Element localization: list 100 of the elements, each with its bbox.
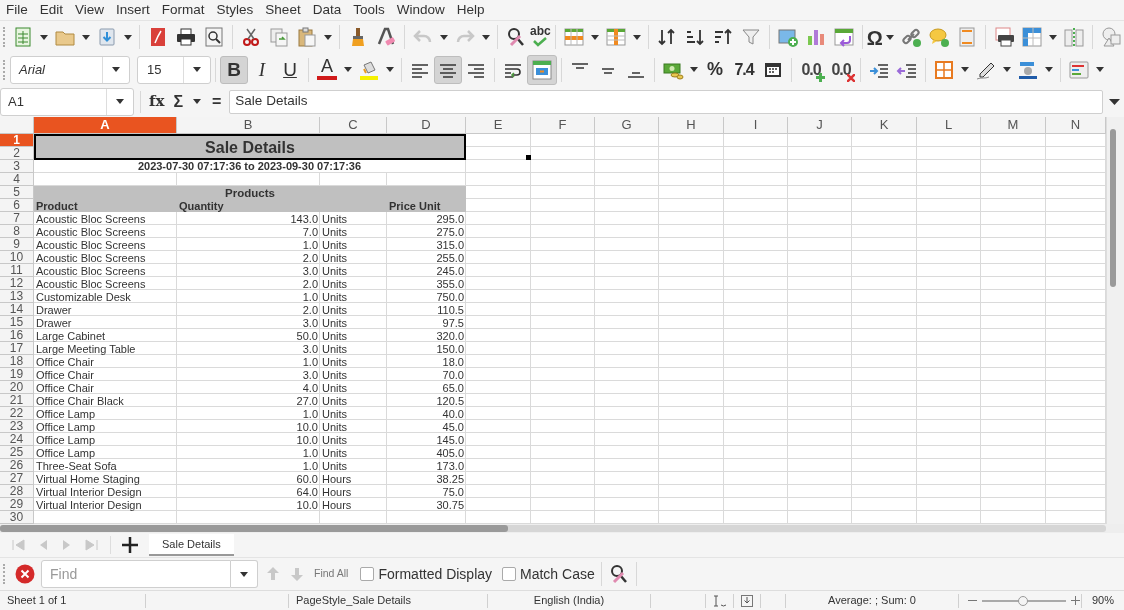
caret-icon[interactable] (482, 34, 490, 40)
caret-icon[interactable] (590, 34, 599, 40)
row-number[interactable]: 1 (0, 134, 34, 147)
caret-icon[interactable] (386, 67, 394, 72)
menu-item[interactable]: Format (155, 1, 211, 19)
language[interactable]: English (India) (533, 592, 605, 609)
column-letter[interactable]: M (981, 117, 1046, 134)
grip-handle[interactable] (3, 27, 6, 47)
function-wizard-button[interactable]: fx (147, 90, 167, 113)
caret-icon[interactable] (82, 34, 90, 40)
comment-icon[interactable] (927, 26, 950, 48)
italic-button[interactable]: I (248, 55, 276, 84)
table-row-icon[interactable] (562, 26, 585, 48)
row-number[interactable]: 12 (0, 277, 34, 290)
delete-decimal-button[interactable]: 0.0 (826, 55, 856, 84)
row-number[interactable]: 16 (0, 329, 34, 342)
formula-input[interactable]: Sale Details (229, 89, 1103, 114)
caret-icon[interactable] (1003, 67, 1011, 72)
merge-center-button[interactable] (527, 54, 557, 85)
vertical-scrollbar[interactable] (1106, 117, 1124, 524)
grip-handle[interactable] (3, 59, 6, 80)
underline-button[interactable]: U (276, 55, 304, 84)
row-number[interactable]: 21 (0, 394, 34, 407)
caret-icon[interactable] (440, 34, 448, 40)
row-number[interactable]: 9 (0, 238, 34, 251)
caret-icon[interactable] (344, 67, 352, 72)
expand-icon[interactable] (1109, 98, 1120, 105)
checkbox-label[interactable]: Match Case (520, 563, 595, 585)
row-number[interactable]: 13 (0, 290, 34, 303)
number-format-button[interactable]: 7.4 (729, 55, 759, 84)
paste-icon[interactable] (296, 26, 318, 48)
caret-icon[interactable] (961, 67, 969, 72)
column-letter[interactable]: D (387, 117, 466, 134)
column-letter[interactable]: F (531, 117, 595, 134)
special-character-button[interactable]: Ω (866, 23, 883, 51)
caret-icon[interactable] (40, 34, 48, 40)
dropdown-button[interactable] (231, 560, 258, 588)
column-letter[interactable]: E (466, 117, 531, 134)
eraser-icon[interactable] (375, 26, 397, 48)
row-number[interactable]: 3 (0, 160, 34, 173)
table-column-icon[interactable] (604, 26, 627, 48)
highlight-icon[interactable] (358, 58, 380, 81)
row-number[interactable]: 7 (0, 212, 34, 225)
caret-icon[interactable] (1048, 34, 1057, 40)
split-window-icon[interactable] (1062, 26, 1085, 48)
row-number[interactable]: 25 (0, 446, 34, 459)
column-letter[interactable]: N (1046, 117, 1106, 134)
pivot-table-icon[interactable] (832, 26, 855, 48)
column-letter[interactable]: C (320, 117, 387, 134)
save-icon[interactable] (96, 26, 118, 48)
zoom-in-icon[interactable] (1071, 596, 1080, 605)
checkbox[interactable] (360, 567, 375, 581)
checkbox[interactable] (502, 567, 517, 581)
row-number[interactable]: 14 (0, 303, 34, 316)
slider-thumb[interactable] (1018, 595, 1029, 606)
row-number[interactable]: 8 (0, 225, 34, 238)
printer-icon[interactable] (175, 26, 197, 48)
caret-icon[interactable] (324, 34, 332, 40)
caret-icon[interactable] (116, 99, 124, 104)
menu-item[interactable]: File (0, 1, 34, 19)
column-letter[interactable]: G (595, 117, 659, 134)
row-number[interactable]: 18 (0, 355, 34, 368)
spreadsheet-icon[interactable] (12, 26, 34, 48)
align-center-button[interactable] (434, 55, 462, 84)
checkbox-label[interactable]: Formatted Display (378, 563, 493, 585)
find-field[interactable]: Find (41, 560, 231, 588)
link-icon[interactable] (899, 26, 922, 48)
conditional-format-icon[interactable] (1068, 58, 1090, 81)
font-size-field[interactable]: 15 (137, 55, 211, 84)
menu-item[interactable]: Tools (347, 1, 391, 19)
sum-button[interactable]: Σ (172, 89, 184, 114)
caret-icon[interactable] (690, 67, 698, 72)
column-letter[interactable]: A (34, 117, 177, 134)
caret-icon[interactable] (124, 34, 132, 40)
column-letter[interactable]: I (724, 117, 788, 134)
add-sheet-icon[interactable] (121, 534, 139, 556)
find-replace-icon[interactable] (505, 26, 527, 48)
row-number[interactable]: 24 (0, 433, 34, 446)
row-number[interactable]: 30 (0, 511, 34, 524)
menu-item[interactable]: Edit (33, 1, 70, 19)
caret-icon[interactable] (193, 67, 201, 72)
fill-handle[interactable] (526, 155, 531, 160)
scrollbar-thumb[interactable] (0, 525, 508, 532)
freeze-icon[interactable] (1020, 26, 1043, 48)
row-number[interactable]: 23 (0, 420, 34, 433)
print-area-icon[interactable] (992, 26, 1015, 48)
row-number[interactable]: 5 (0, 186, 34, 199)
scrollbar-thumb[interactable] (1110, 129, 1116, 287)
column-letter[interactable]: H (659, 117, 724, 134)
find-all-button[interactable]: Find All (312, 566, 351, 582)
row-number[interactable]: 11 (0, 264, 34, 277)
name-box[interactable]: A1 (0, 87, 134, 116)
zoom-out-icon[interactable] (968, 599, 977, 602)
menu-item[interactable]: Insert (110, 1, 156, 19)
row-number[interactable]: 2 (0, 147, 34, 160)
caret-icon[interactable] (240, 571, 248, 577)
row-number[interactable]: 19 (0, 368, 34, 381)
caret-icon[interactable] (1045, 67, 1053, 72)
text-cursor-icon[interactable] (712, 594, 727, 607)
percent-button[interactable]: % (701, 55, 729, 84)
